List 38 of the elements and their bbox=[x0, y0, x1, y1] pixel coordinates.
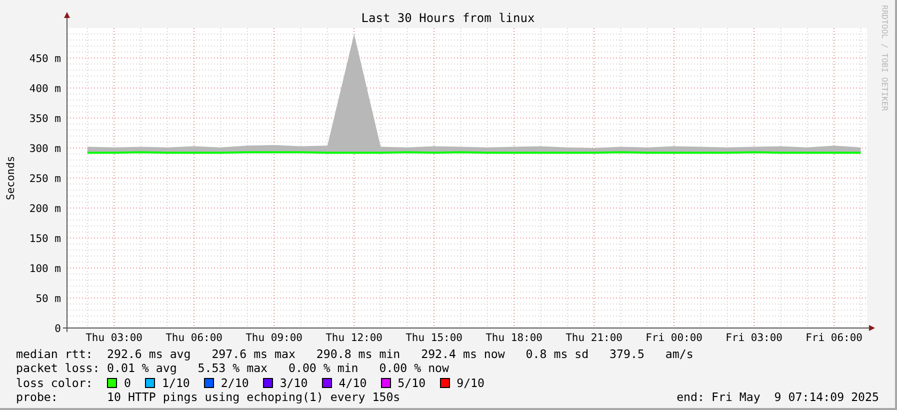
legend-label: loss color: bbox=[16, 376, 94, 390]
end-time: end: Fri May 9 07:14:09 2025 bbox=[676, 390, 879, 404]
y-tick-label: 450 m bbox=[29, 53, 61, 65]
probe-text: 10 HTTP pings using echoping(1) every 150s bbox=[107, 390, 400, 404]
x-tick-label: Thu 15:00 bbox=[406, 332, 463, 344]
y-tick-label: 300 m bbox=[29, 143, 61, 155]
y-tick-label: 0 bbox=[54, 323, 61, 335]
swatch-label: 1/10 bbox=[162, 376, 190, 390]
y-tick-label: 50 m bbox=[36, 293, 61, 305]
x-tick-label: Thu 03:00 bbox=[86, 332, 143, 344]
x-tick-label: Fri 00:00 bbox=[646, 332, 703, 344]
y-tick-label: 150 m bbox=[29, 233, 61, 245]
legend-label: packet loss: bbox=[16, 361, 101, 376]
swatch-label: 3/10 bbox=[280, 376, 308, 390]
swatch-label: 0 bbox=[124, 376, 131, 390]
watermark-text: RRDTOOL / TOBI OETIKER bbox=[880, 5, 889, 111]
packet-loss-stats: 0.01 % avg 5.53 % max 0.00 % min 0.00 % now bbox=[107, 361, 450, 376]
y-tick-label: 350 m bbox=[29, 113, 61, 125]
y-tick-label: 250 m bbox=[29, 173, 61, 185]
axis-label: Seconds bbox=[5, 156, 17, 200]
median-rtt-stats: 292.6 ms avg 297.6 ms max 290.8 ms min 292.4 ms now 0.8 ms sd 379.5 am/s bbox=[107, 347, 694, 362]
swatch-label: 4/10 bbox=[338, 376, 367, 390]
x-tick-label: Thu 06:00 bbox=[166, 332, 223, 344]
y-tick-label: 400 m bbox=[29, 83, 61, 95]
x-tick-label: Thu 09:00 bbox=[246, 332, 303, 344]
y-tick-label: 200 m bbox=[29, 203, 61, 215]
legend-label: probe: bbox=[16, 390, 59, 404]
x-tick-label: Thu 21:00 bbox=[566, 332, 623, 344]
chart-title: Last 30 Hours from linux bbox=[361, 11, 535, 25]
legend-label: median rtt: bbox=[16, 347, 94, 362]
swatch-label: 5/10 bbox=[398, 376, 426, 390]
x-tick-label: Thu 18:00 bbox=[486, 332, 543, 344]
x-tick-label: Fri 03:00 bbox=[726, 332, 783, 344]
x-tick-label: Thu 12:00 bbox=[326, 332, 383, 344]
swatch-label: 2/10 bbox=[220, 376, 249, 390]
x-tick-label: Fri 06:00 bbox=[806, 332, 863, 344]
y-tick-label: 100 m bbox=[29, 263, 61, 275]
swatch-label: 9/10 bbox=[456, 376, 485, 390]
